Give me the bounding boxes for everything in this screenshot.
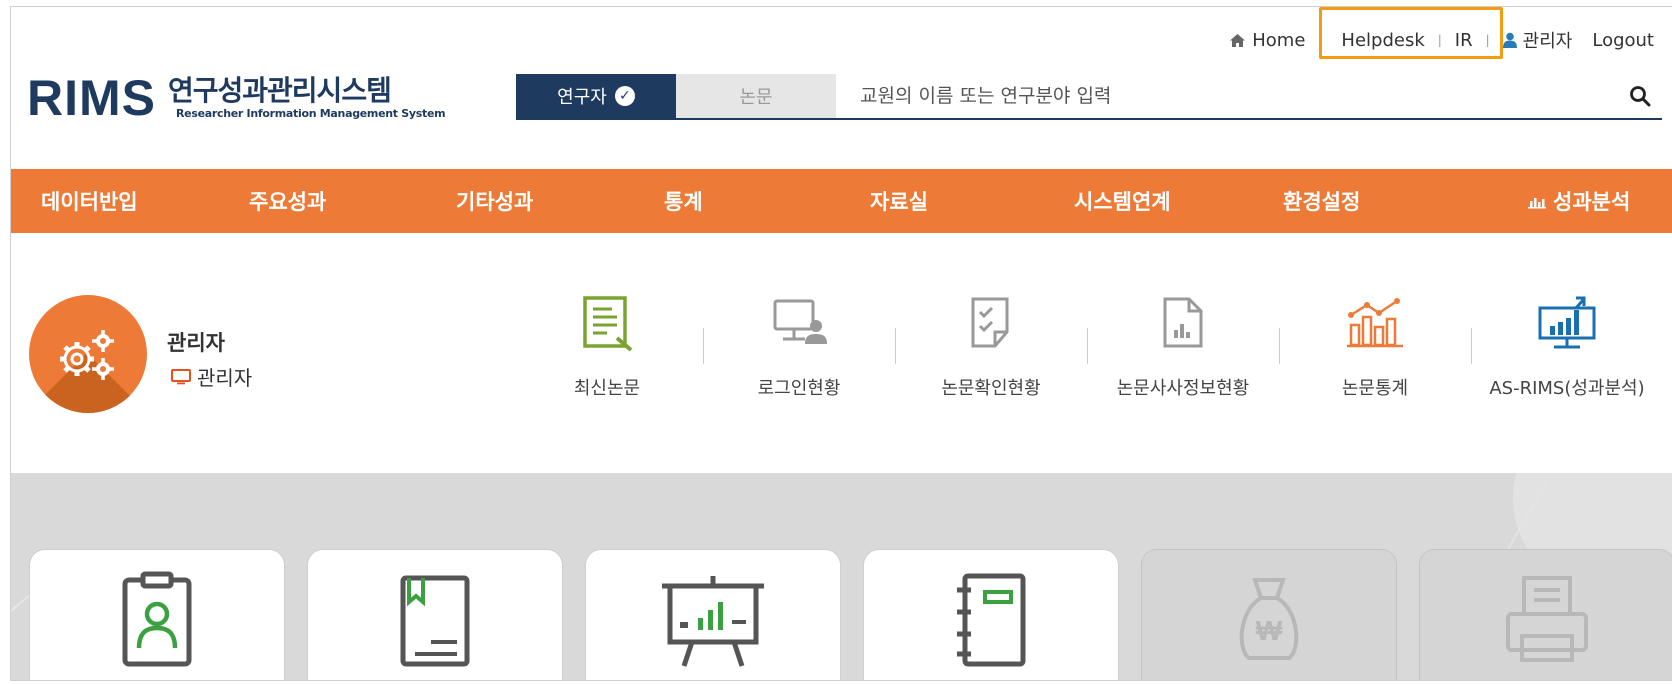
printer-icon: [1506, 576, 1588, 662]
home-icon: [1230, 33, 1246, 47]
computer-user-icon: [773, 299, 827, 344]
quick-item-label: 최신논문: [573, 378, 641, 399]
chart-icon: [1528, 198, 1546, 209]
quick-item-paper-check-status[interactable]: 논문확인현황: [895, 292, 1087, 412]
qicon-wrap: [1161, 292, 1205, 354]
nav-item-archive[interactable]: 자료실: [870, 186, 928, 216]
card-academic-presentation[interactable]: [585, 549, 841, 680]
logo[interactable]: RIMS 연구성과관리시스템 Researcher Information Ma…: [27, 70, 446, 126]
tab-researcher[interactable]: 연구자 ✓: [516, 74, 676, 118]
quick-item-label: 논문확인현황: [941, 378, 1041, 399]
money-bag-icon: ₩: [1239, 578, 1299, 660]
user-link[interactable]: 관리자: [1502, 27, 1573, 53]
qicon-wrap: [1536, 292, 1598, 354]
logout-link[interactable]: Logout: [1592, 30, 1654, 51]
search-button[interactable]: [1618, 74, 1662, 118]
quick-item-latest-papers[interactable]: 최신논문: [511, 292, 703, 412]
logo-title-en: Researcher Information Management System: [176, 106, 446, 120]
quick-item-label: 논문사사정보현황: [1116, 378, 1250, 399]
presentation-board-icon: [662, 576, 764, 667]
profile-avatar: [29, 295, 147, 413]
quick-menu: 최신논문 로그인현황 논문확인현황 논문사사정보현황 논문통계 AS-RIMS(…: [511, 292, 1672, 412]
user-label: 관리자: [1522, 31, 1573, 52]
tab-paper[interactable]: 논문: [676, 74, 836, 118]
app-frame: Home Helpdesk | IR | 관리자 Logout RIMS 연구성…: [10, 6, 1672, 681]
monitor-icon: [171, 368, 191, 384]
helpdesk-link[interactable]: Helpdesk: [1341, 30, 1424, 51]
nav-analysis-label: 성과분석: [1553, 190, 1631, 214]
quick-item-as-rims[interactable]: AS-RIMS(성과분석): [1471, 292, 1663, 412]
qicon-wrap: [1345, 292, 1405, 354]
nav-label: 주요성과: [249, 190, 327, 214]
search-bar: 연구자 ✓ 논문: [516, 74, 1662, 120]
quick-item-label: 로그인현황: [757, 378, 841, 399]
nav-item-data-import[interactable]: 데이터반입: [41, 186, 138, 216]
check-icon: ✓: [614, 86, 635, 106]
home-label: Home: [1252, 29, 1306, 51]
qicon-wrap: [969, 292, 1013, 354]
card-printer[interactable]: [1419, 549, 1672, 680]
tab-researcher-label: 연구자: [557, 87, 607, 108]
nav-label: 자료실: [870, 190, 928, 214]
gears-icon: [60, 330, 114, 380]
svg-text:₩: ₩: [1256, 615, 1283, 646]
book-bookmark-icon: [400, 575, 470, 667]
quick-item-label: AS-RIMS(성과분석): [1489, 378, 1645, 399]
file-chart-icon: [1163, 297, 1203, 348]
profile-role-label: 관리자: [197, 366, 253, 390]
profile-name: 관리자: [167, 331, 225, 355]
tab-paper-label: 논문: [739, 87, 773, 108]
quick-item-login-status[interactable]: 로그인현황: [703, 292, 895, 412]
logo-title-kr: 연구성과관리시스템: [168, 74, 392, 108]
checklist-icon: [971, 297, 1009, 348]
card-paper-record[interactable]: [307, 549, 563, 680]
nav-label: 시스템연계: [1074, 190, 1171, 214]
utility-bar: Home Helpdesk | IR | 관리자 Logout: [1229, 25, 1672, 55]
card-researcher-profile[interactable]: [29, 549, 285, 680]
nav-label: 통계: [664, 190, 703, 214]
nav-item-major-results[interactable]: 주요성과: [249, 186, 326, 216]
nav-label: 환경설정: [1283, 190, 1361, 214]
quick-item-paper-statistics[interactable]: 논문통계: [1279, 292, 1471, 412]
search-input[interactable]: [836, 74, 1618, 118]
nav-item-system-link[interactable]: 시스템연계: [1074, 186, 1171, 216]
home-link[interactable]: Home: [1229, 30, 1305, 51]
util-divider: |: [1437, 33, 1442, 47]
nav-label: 데이터반입: [41, 190, 138, 214]
ir-link[interactable]: IR: [1455, 30, 1473, 51]
nav-item-analysis[interactable]: 성과분석: [1527, 186, 1630, 216]
notebook-icon: [957, 573, 1026, 667]
logout-label: Logout: [1592, 29, 1654, 51]
clipboard-person-icon: [122, 571, 192, 667]
util-divider: |: [1485, 33, 1490, 47]
helpdesk-label: Helpdesk: [1341, 29, 1425, 51]
nav-item-other-results[interactable]: 기타성과: [456, 186, 533, 216]
main-nav: 데이터반입 주요성과 기타성과 통계 자료실 시스템연계 환경설정 성과분석: [11, 169, 1672, 233]
quick-item-acknowledgment-status[interactable]: 논문사사정보현황: [1087, 292, 1279, 412]
profile-role: 관리자: [171, 362, 252, 391]
monitor-chart-icon: [1538, 296, 1596, 349]
user-icon: [1502, 32, 1517, 48]
document-edit-icon: [583, 296, 633, 352]
card-notebook[interactable]: [863, 549, 1119, 680]
quick-item-label: 논문통계: [1341, 378, 1409, 399]
nav-label: 기타성과: [456, 190, 534, 214]
qicon-wrap: [579, 292, 635, 354]
logo-mark: RIMS: [27, 70, 156, 126]
bar-chart-trend-icon: [1347, 298, 1403, 348]
card-research-funding[interactable]: ₩: [1141, 549, 1397, 680]
nav-item-statistics[interactable]: 통계: [664, 186, 703, 216]
qicon-wrap: [769, 292, 829, 354]
nav-item-settings[interactable]: 환경설정: [1283, 186, 1360, 216]
ir-label: IR: [1454, 29, 1473, 51]
logo-text: 연구성과관리시스템 Researcher Information Managem…: [168, 74, 446, 120]
search-icon: [1630, 86, 1651, 107]
